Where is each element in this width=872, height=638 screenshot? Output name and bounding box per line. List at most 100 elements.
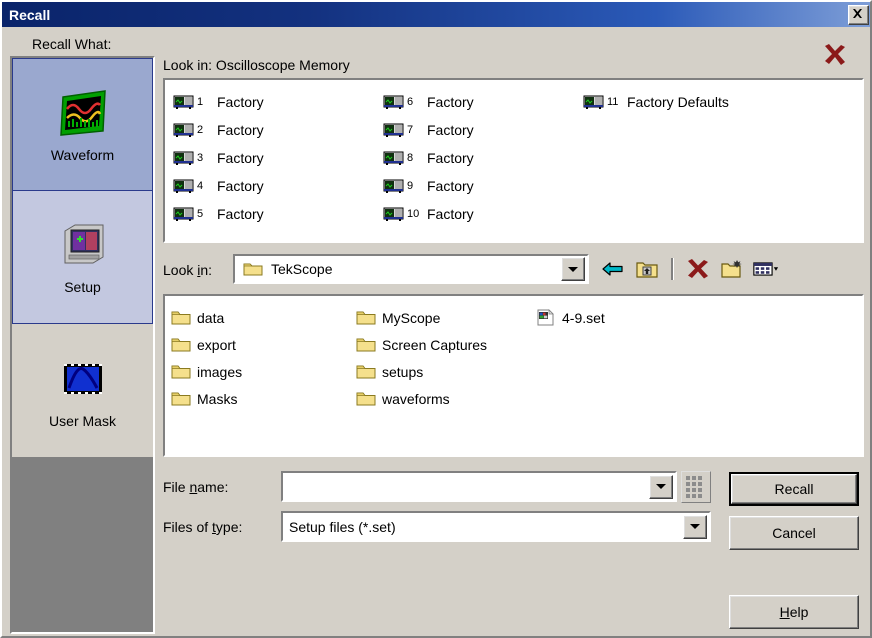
memory-slot-number: 7 bbox=[407, 124, 414, 136]
delete-button[interactable] bbox=[685, 256, 711, 282]
memory-slot-name: Factory bbox=[217, 178, 264, 194]
memory-column-1: 1 Factory 2 Factory 3 Factory 4 Factory … bbox=[173, 88, 383, 228]
sidebar-filler bbox=[12, 457, 153, 632]
memory-slot-number: 10 bbox=[407, 208, 420, 220]
keypad-button[interactable] bbox=[681, 471, 711, 503]
new-folder-button[interactable] bbox=[719, 256, 745, 282]
memory-slot-name: Factory bbox=[217, 122, 264, 138]
list-item-label: waveforms bbox=[382, 390, 450, 407]
waveform-icon bbox=[59, 89, 106, 136]
memory-slot-name: Factory bbox=[427, 206, 474, 222]
list-item[interactable]: images bbox=[171, 358, 356, 385]
filename-dropdown-button[interactable] bbox=[649, 474, 673, 499]
list-item[interactable]: waveforms bbox=[356, 385, 536, 412]
file-list[interactable]: data export images Masks MyScope Screen … bbox=[163, 294, 864, 457]
up-one-level-button[interactable] bbox=[634, 256, 660, 282]
list-item[interactable]: MyScope bbox=[356, 304, 536, 331]
memory-slot-name: Factory bbox=[217, 206, 264, 222]
sidebar-item-user-mask-label: User Mask bbox=[49, 412, 116, 429]
close-icon bbox=[853, 8, 862, 18]
memory-slot[interactable]: 3 Factory bbox=[173, 144, 383, 172]
list-item[interactable]: 4-9.set bbox=[536, 304, 736, 331]
scope-icon bbox=[383, 179, 404, 193]
memory-slot[interactable]: 6 Factory bbox=[383, 88, 583, 116]
memory-slot[interactable]: 10 Factory bbox=[383, 200, 583, 228]
chevron-down-icon bbox=[568, 266, 578, 272]
file-column-2: MyScope Screen Captures setups waveforms bbox=[356, 304, 536, 412]
sidebar-item-setup[interactable]: Setup bbox=[12, 191, 153, 324]
recall-button[interactable]: Recall bbox=[729, 472, 859, 506]
memory-slot[interactable]: 4 Factory bbox=[173, 172, 383, 200]
memory-slot[interactable]: 2 Factory bbox=[173, 116, 383, 144]
folder-icon bbox=[243, 263, 263, 276]
folder-icon bbox=[171, 365, 191, 379]
scope-icon bbox=[173, 207, 194, 221]
list-item[interactable]: data bbox=[171, 304, 356, 331]
memory-slot[interactable]: 5 Factory bbox=[173, 200, 383, 228]
file-column-3: 4-9.set bbox=[536, 304, 736, 412]
filename-input[interactable] bbox=[281, 471, 677, 502]
folder-icon bbox=[356, 365, 376, 379]
views-button[interactable] bbox=[753, 256, 779, 282]
scope-icon bbox=[383, 95, 404, 109]
memory-slot-name: Factory bbox=[427, 122, 474, 138]
memory-columns: 1 Factory 2 Factory 3 Factory 4 Factory … bbox=[165, 80, 862, 228]
lookin-combobox[interactable]: TekScope bbox=[233, 254, 589, 284]
file-columns: data export images Masks MyScope Screen … bbox=[165, 296, 862, 412]
memory-slot-number: 2 bbox=[197, 124, 204, 136]
help-button[interactable]: Help bbox=[729, 595, 859, 629]
memory-column-2: 6 Factory 7 Factory 8 Factory 9 Factory … bbox=[383, 88, 583, 228]
delete-x-icon[interactable] bbox=[822, 42, 848, 68]
memory-slot[interactable]: 9 Factory bbox=[383, 172, 583, 200]
list-item-label: Screen Captures bbox=[382, 336, 488, 353]
memory-slot-number: 6 bbox=[407, 96, 414, 108]
recall-what-sidebar: Waveform Setup User Mask bbox=[10, 56, 155, 634]
filetype-dropdown-button[interactable] bbox=[683, 514, 707, 539]
new-folder-icon bbox=[720, 260, 742, 278]
memory-slot-name: Factory bbox=[427, 94, 474, 110]
cancel-button-label: Cancel bbox=[772, 525, 816, 541]
user-mask-icon bbox=[63, 363, 102, 394]
list-item[interactable]: export bbox=[171, 331, 356, 358]
back-button[interactable] bbox=[600, 256, 626, 282]
scope-icon bbox=[173, 123, 194, 137]
file-column-1: data export images Masks bbox=[171, 304, 356, 412]
filetype-label-pre: Files of bbox=[163, 519, 213, 535]
memory-slot[interactable]: 1 Factory bbox=[173, 88, 383, 116]
list-item[interactable]: setups bbox=[356, 358, 536, 385]
memory-slot-name: Factory bbox=[427, 178, 474, 194]
list-item-label: data bbox=[197, 309, 225, 326]
cancel-button[interactable]: Cancel bbox=[729, 516, 859, 550]
memory-list[interactable]: 1 Factory 2 Factory 3 Factory 4 Factory … bbox=[163, 78, 864, 243]
sidebar-item-waveform[interactable]: Waveform bbox=[12, 58, 153, 191]
scope-icon bbox=[173, 151, 194, 165]
filename-label: File name: bbox=[163, 479, 228, 495]
sidebar-item-user-mask[interactable]: User Mask bbox=[12, 324, 153, 457]
memory-slot-number: 4 bbox=[197, 180, 204, 192]
memory-slot[interactable]: 11 Factory Defaults bbox=[583, 88, 843, 116]
memory-slot-number: 1 bbox=[197, 96, 204, 108]
scope-icon bbox=[383, 207, 404, 221]
filename-label-pre: File bbox=[163, 479, 190, 495]
filetype-label: Files of type: bbox=[163, 519, 242, 535]
toolbar-separator bbox=[671, 258, 674, 280]
close-button[interactable] bbox=[848, 4, 869, 25]
lookin-dropdown-button[interactable] bbox=[561, 257, 585, 281]
chevron-down-icon bbox=[656, 484, 666, 489]
back-arrow-icon bbox=[602, 262, 623, 276]
sidebar-item-waveform-label: Waveform bbox=[50, 146, 115, 163]
help-button-label: Help bbox=[780, 604, 809, 620]
filename-label-post: ame: bbox=[197, 479, 229, 495]
memory-slot[interactable]: 7 Factory bbox=[383, 116, 583, 144]
memory-column-3: 11 Factory Defaults bbox=[583, 88, 843, 228]
scope-icon bbox=[173, 95, 194, 109]
list-item-label: images bbox=[197, 363, 243, 380]
lookin-label-pre: Look bbox=[163, 262, 198, 278]
list-item[interactable]: Masks bbox=[171, 385, 356, 412]
views-icon bbox=[753, 262, 779, 276]
list-item[interactable]: Screen Captures bbox=[356, 331, 536, 358]
filetype-combobox[interactable]: Setup files (*.set) bbox=[281, 511, 711, 542]
lookin-value: TekScope bbox=[271, 261, 333, 277]
list-item-label: setups bbox=[382, 363, 424, 380]
memory-slot[interactable]: 8 Factory bbox=[383, 144, 583, 172]
